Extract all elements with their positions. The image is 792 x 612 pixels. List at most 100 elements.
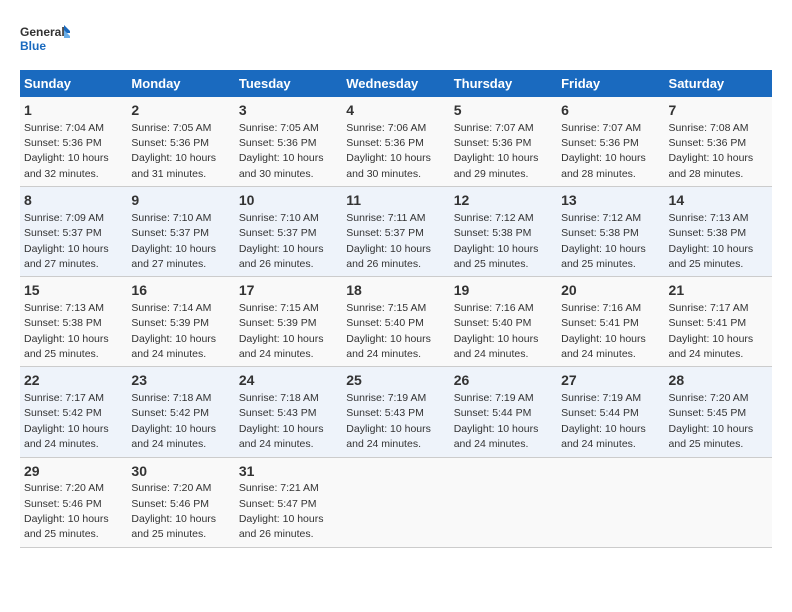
sunset-info: Sunset: 5:37 PM	[131, 227, 209, 239]
page-header: General Blue	[20, 20, 772, 60]
column-header-tuesday: Tuesday	[235, 70, 342, 97]
daylight-info: Daylight: 10 hours and 26 minutes.	[239, 243, 324, 270]
calendar-cell: 24 Sunrise: 7:18 AM Sunset: 5:43 PM Dayl…	[235, 367, 342, 457]
calendar-cell: 5 Sunrise: 7:07 AM Sunset: 5:36 PM Dayli…	[450, 97, 557, 187]
calendar-cell: 11 Sunrise: 7:11 AM Sunset: 5:37 PM Dayl…	[342, 187, 449, 277]
calendar-cell: 9 Sunrise: 7:10 AM Sunset: 5:37 PM Dayli…	[127, 187, 234, 277]
sunset-info: Sunset: 5:36 PM	[454, 137, 532, 149]
daylight-info: Daylight: 10 hours and 24 minutes.	[24, 423, 109, 450]
calendar-cell	[450, 457, 557, 547]
daylight-info: Daylight: 10 hours and 28 minutes.	[669, 152, 754, 179]
daylight-info: Daylight: 10 hours and 25 minutes.	[669, 423, 754, 450]
sunset-info: Sunset: 5:47 PM	[239, 498, 317, 510]
sunrise-info: Sunrise: 7:13 AM	[24, 302, 104, 314]
daylight-info: Daylight: 10 hours and 24 minutes.	[454, 423, 539, 450]
sunset-info: Sunset: 5:39 PM	[239, 317, 317, 329]
sunset-info: Sunset: 5:42 PM	[131, 407, 209, 419]
sunset-info: Sunset: 5:44 PM	[561, 407, 639, 419]
sunrise-info: Sunrise: 7:14 AM	[131, 302, 211, 314]
sunrise-info: Sunrise: 7:18 AM	[239, 392, 319, 404]
daylight-info: Daylight: 10 hours and 26 minutes.	[346, 243, 431, 270]
calendar-cell: 18 Sunrise: 7:15 AM Sunset: 5:40 PM Dayl…	[342, 277, 449, 367]
daylight-info: Daylight: 10 hours and 27 minutes.	[24, 243, 109, 270]
day-number: 31	[239, 462, 338, 482]
sunrise-info: Sunrise: 7:18 AM	[131, 392, 211, 404]
column-header-wednesday: Wednesday	[342, 70, 449, 97]
column-header-thursday: Thursday	[450, 70, 557, 97]
day-number: 22	[24, 371, 123, 391]
sunrise-info: Sunrise: 7:04 AM	[24, 122, 104, 134]
daylight-info: Daylight: 10 hours and 24 minutes.	[239, 333, 324, 360]
column-header-monday: Monday	[127, 70, 234, 97]
sunrise-info: Sunrise: 7:20 AM	[669, 392, 749, 404]
sunrise-info: Sunrise: 7:15 AM	[239, 302, 319, 314]
daylight-info: Daylight: 10 hours and 27 minutes.	[131, 243, 216, 270]
daylight-info: Daylight: 10 hours and 26 minutes.	[239, 513, 324, 540]
calendar-cell: 23 Sunrise: 7:18 AM Sunset: 5:42 PM Dayl…	[127, 367, 234, 457]
sunrise-info: Sunrise: 7:12 AM	[561, 212, 641, 224]
sunset-info: Sunset: 5:46 PM	[131, 498, 209, 510]
calendar-cell: 29 Sunrise: 7:20 AM Sunset: 5:46 PM Dayl…	[20, 457, 127, 547]
day-number: 5	[454, 101, 553, 121]
calendar-week-3: 15 Sunrise: 7:13 AM Sunset: 5:38 PM Dayl…	[20, 277, 772, 367]
sunrise-info: Sunrise: 7:17 AM	[24, 392, 104, 404]
daylight-info: Daylight: 10 hours and 25 minutes.	[131, 513, 216, 540]
sunset-info: Sunset: 5:38 PM	[454, 227, 532, 239]
daylight-info: Daylight: 10 hours and 25 minutes.	[561, 243, 646, 270]
calendar-cell: 7 Sunrise: 7:08 AM Sunset: 5:36 PM Dayli…	[665, 97, 772, 187]
logo-svg: General Blue	[20, 20, 70, 60]
calendar-cell	[342, 457, 449, 547]
day-number: 3	[239, 101, 338, 121]
sunrise-info: Sunrise: 7:07 AM	[454, 122, 534, 134]
sunrise-info: Sunrise: 7:12 AM	[454, 212, 534, 224]
daylight-info: Daylight: 10 hours and 24 minutes.	[131, 333, 216, 360]
day-number: 10	[239, 191, 338, 211]
calendar-cell: 1 Sunrise: 7:04 AM Sunset: 5:36 PM Dayli…	[20, 97, 127, 187]
calendar-cell	[665, 457, 772, 547]
day-number: 20	[561, 281, 660, 301]
daylight-info: Daylight: 10 hours and 30 minutes.	[346, 152, 431, 179]
sunrise-info: Sunrise: 7:19 AM	[561, 392, 641, 404]
calendar-week-5: 29 Sunrise: 7:20 AM Sunset: 5:46 PM Dayl…	[20, 457, 772, 547]
sunrise-info: Sunrise: 7:20 AM	[24, 482, 104, 494]
calendar-cell: 17 Sunrise: 7:15 AM Sunset: 5:39 PM Dayl…	[235, 277, 342, 367]
header-row: SundayMondayTuesdayWednesdayThursdayFrid…	[20, 70, 772, 97]
daylight-info: Daylight: 10 hours and 32 minutes.	[24, 152, 109, 179]
svg-text:Blue: Blue	[20, 39, 46, 53]
daylight-info: Daylight: 10 hours and 24 minutes.	[669, 333, 754, 360]
daylight-info: Daylight: 10 hours and 24 minutes.	[561, 333, 646, 360]
day-number: 1	[24, 101, 123, 121]
daylight-info: Daylight: 10 hours and 30 minutes.	[239, 152, 324, 179]
daylight-info: Daylight: 10 hours and 24 minutes.	[346, 423, 431, 450]
day-number: 19	[454, 281, 553, 301]
daylight-info: Daylight: 10 hours and 31 minutes.	[131, 152, 216, 179]
sunset-info: Sunset: 5:45 PM	[669, 407, 747, 419]
sunset-info: Sunset: 5:36 PM	[239, 137, 317, 149]
svg-text:General: General	[20, 25, 65, 39]
sunrise-info: Sunrise: 7:05 AM	[131, 122, 211, 134]
daylight-info: Daylight: 10 hours and 24 minutes.	[346, 333, 431, 360]
day-number: 30	[131, 462, 230, 482]
day-number: 16	[131, 281, 230, 301]
logo: General Blue	[20, 20, 70, 60]
day-number: 7	[669, 101, 768, 121]
day-number: 4	[346, 101, 445, 121]
calendar-week-2: 8 Sunrise: 7:09 AM Sunset: 5:37 PM Dayli…	[20, 187, 772, 277]
sunset-info: Sunset: 5:36 PM	[669, 137, 747, 149]
calendar-cell: 20 Sunrise: 7:16 AM Sunset: 5:41 PM Dayl…	[557, 277, 664, 367]
sunset-info: Sunset: 5:46 PM	[24, 498, 102, 510]
calendar-cell: 15 Sunrise: 7:13 AM Sunset: 5:38 PM Dayl…	[20, 277, 127, 367]
calendar-cell: 22 Sunrise: 7:17 AM Sunset: 5:42 PM Dayl…	[20, 367, 127, 457]
calendar-cell	[557, 457, 664, 547]
sunrise-info: Sunrise: 7:11 AM	[346, 212, 425, 224]
sunrise-info: Sunrise: 7:16 AM	[454, 302, 534, 314]
sunset-info: Sunset: 5:40 PM	[454, 317, 532, 329]
day-number: 25	[346, 371, 445, 391]
daylight-info: Daylight: 10 hours and 24 minutes.	[239, 423, 324, 450]
day-number: 8	[24, 191, 123, 211]
sunset-info: Sunset: 5:37 PM	[346, 227, 424, 239]
calendar-cell: 25 Sunrise: 7:19 AM Sunset: 5:43 PM Dayl…	[342, 367, 449, 457]
sunset-info: Sunset: 5:37 PM	[239, 227, 317, 239]
calendar-week-4: 22 Sunrise: 7:17 AM Sunset: 5:42 PM Dayl…	[20, 367, 772, 457]
calendar-cell: 31 Sunrise: 7:21 AM Sunset: 5:47 PM Dayl…	[235, 457, 342, 547]
